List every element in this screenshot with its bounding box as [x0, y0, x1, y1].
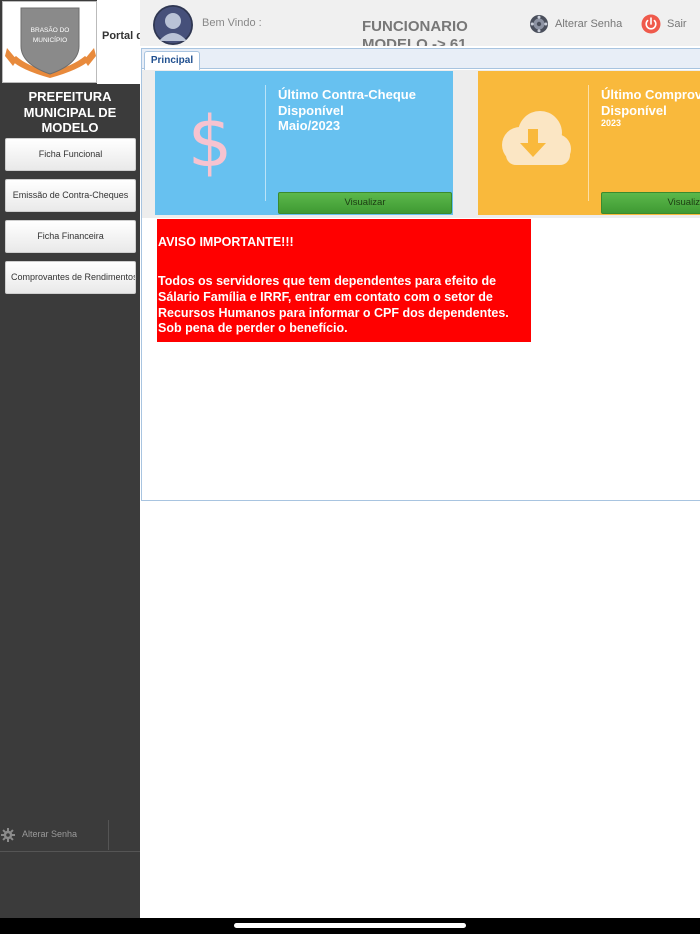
municipality-logo: BRASÃO DO MUNICÍPIO: [2, 1, 97, 83]
cards-area: $ Último Contra-Cheque Disponível Maio/2…: [142, 70, 700, 218]
notice-heading: AVISO IMPORTANTE!!!: [158, 235, 294, 249]
view-income-statement-button[interactable]: Visualizar: [601, 192, 700, 214]
card-divider: [265, 85, 266, 201]
card-last-paycheck: $ Último Contra-Cheque Disponível Maio/2…: [155, 71, 453, 215]
power-icon: [641, 14, 661, 34]
card-divider: [588, 85, 589, 201]
card-title-line1: Último Contra-Cheque: [278, 87, 416, 102]
sidebar-change-password[interactable]: Alterar Senha: [0, 820, 140, 852]
tab-bar: Principal: [142, 49, 700, 70]
sidebar: BRASÃO DO MUNICÍPIO Portal do Servidor P…: [0, 0, 140, 918]
notice-body: Todos os servidores que tem dependentes …: [158, 274, 509, 336]
change-password-link[interactable]: Alterar Senha: [529, 14, 622, 34]
username: FUNCIONARIO MODELO -> 61: [362, 18, 468, 46]
logout-link[interactable]: Sair: [641, 14, 687, 34]
cloud-download-icon: [502, 111, 571, 165]
svg-text:$: $: [188, 101, 233, 183]
logout-label: Sair: [667, 18, 687, 30]
view-paycheck-button[interactable]: Visualizar: [278, 192, 452, 214]
logo-line2: MUNICÍPIO: [33, 35, 67, 44]
settings-wheel-icon: [530, 15, 548, 33]
tab-principal[interactable]: Principal: [144, 51, 200, 70]
card-title-line2: Disponível: [601, 102, 667, 118]
important-notice: AVISO IMPORTANTE!!! Todos os servidores …: [157, 219, 531, 342]
top-header: Bem Vindo : FUNCIONARIO MODELO -> 61 Alt…: [140, 0, 700, 46]
app-root: BRASÃO DO MUNICÍPIO Portal do Servidor P…: [0, 0, 700, 934]
sidebar-change-password-label: Alterar Senha: [22, 829, 78, 839]
main-panel: Principal $ Último Contra-Cheque Disponí…: [141, 48, 700, 501]
sidebar-item-contra-cheques[interactable]: Emissão de Contra-Cheques: [5, 179, 136, 212]
card-last-income-statement: Último Comprovante Disponível 2023 Visua…: [478, 71, 700, 215]
org-name: PREFEITURA MUNICIPAL DE MODELO: [23, 89, 117, 135]
change-password-label: Alterar Senha: [555, 18, 623, 30]
card-title-line2: Disponível: [278, 102, 344, 118]
card-subtitle: 2023: [601, 118, 622, 128]
portal-title-area: Portal do Servidor: [97, 0, 140, 84]
portal-title: Portal do Servidor: [102, 30, 140, 42]
sidebar-item-ficha-financeira[interactable]: Ficha Financeira: [5, 220, 136, 253]
sidebar-item-ficha-funcional[interactable]: Ficha Funcional: [5, 138, 136, 171]
user-avatar[interactable]: [153, 5, 193, 45]
user-avatar-icon: [153, 5, 193, 45]
gear-icon: [1, 828, 15, 842]
card-title: Último Comprovante Disponível 2023: [601, 87, 700, 128]
sidebar-item-comprovantes[interactable]: Comprovantes de Rendimentos: [5, 261, 136, 294]
dollar-icon: $: [188, 101, 233, 183]
logo-line1: BRASÃO DO: [31, 25, 70, 34]
card-icon-box: [478, 71, 588, 215]
welcome-label: Bem Vindo :: [202, 17, 262, 29]
card-title-line1: Último Comprovante: [601, 87, 700, 102]
footer-divider: [108, 820, 109, 850]
coat-of-arms-icon: BRASÃO DO MUNICÍPIO: [5, 7, 96, 78]
card-icon-box: $: [155, 71, 265, 215]
home-indicator[interactable]: [234, 923, 466, 928]
card-subtitle: Maio/2023: [278, 118, 341, 133]
card-title: Último Contra-Cheque Disponível Maio/202…: [278, 87, 416, 134]
